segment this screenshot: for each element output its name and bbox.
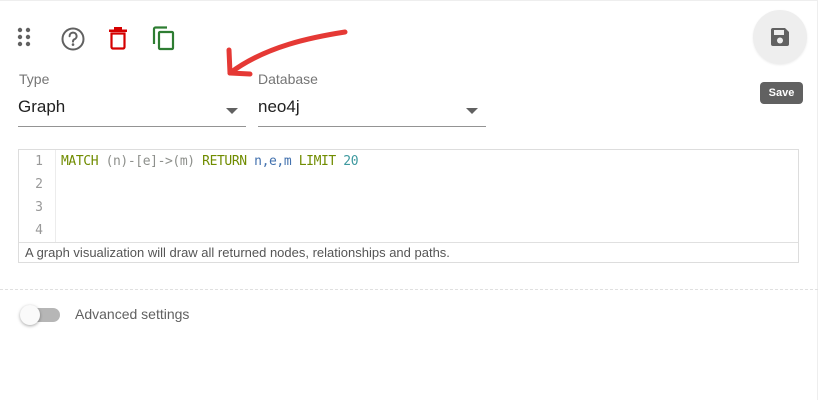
advanced-settings-label: Advanced settings xyxy=(75,306,190,322)
line-number: 1 xyxy=(35,154,43,169)
delete-icon[interactable] xyxy=(108,26,128,55)
line-number: 2 xyxy=(35,177,43,192)
toggle-thumb xyxy=(20,305,40,325)
editor-help-text: A graph visualization will draw all retu… xyxy=(19,242,798,263)
line-number: 3 xyxy=(35,200,43,215)
database-label: Database xyxy=(258,71,318,87)
help-icon[interactable] xyxy=(60,26,86,57)
type-select-value: Graph xyxy=(18,97,66,116)
code-token: RETURN xyxy=(202,154,247,169)
report-editor-panel: Type Graph Database neo4j Save 1 2 3 4 M… xyxy=(0,0,818,400)
advanced-settings-toggle[interactable] xyxy=(20,305,62,325)
line-number: 4 xyxy=(35,223,43,238)
code-token: 20 xyxy=(343,154,359,169)
code-token: MATCH xyxy=(61,154,99,169)
code-line: MATCH (n)-[e]->(m) RETURN n,e,m LIMIT 20 xyxy=(61,154,359,169)
section-divider xyxy=(0,289,818,290)
copy-icon[interactable] xyxy=(152,26,176,57)
type-select[interactable]: Graph xyxy=(18,93,246,127)
code-token: n,e,m xyxy=(254,154,292,169)
save-button[interactable] xyxy=(753,10,807,64)
database-select-value: neo4j xyxy=(258,97,300,116)
query-editor: 1 2 3 4 MATCH (n)-[e]->(m) RETURN n,e,m … xyxy=(18,149,799,263)
save-tooltip: Save xyxy=(760,82,803,104)
database-select[interactable]: neo4j xyxy=(258,93,486,127)
code-token: (n)-[e]->(m) xyxy=(105,154,196,169)
line-number-gutter: 1 2 3 4 xyxy=(19,150,56,242)
drag-handle-icon[interactable] xyxy=(16,26,32,55)
chevron-down-icon xyxy=(466,108,478,114)
query-code-input[interactable]: MATCH (n)-[e]->(m) RETURN n,e,m LIMIT 20 xyxy=(55,150,798,242)
floppy-disk-icon xyxy=(771,28,789,46)
code-token: LIMIT xyxy=(298,154,337,169)
type-label: Type xyxy=(19,71,50,87)
chevron-down-icon xyxy=(226,108,238,114)
